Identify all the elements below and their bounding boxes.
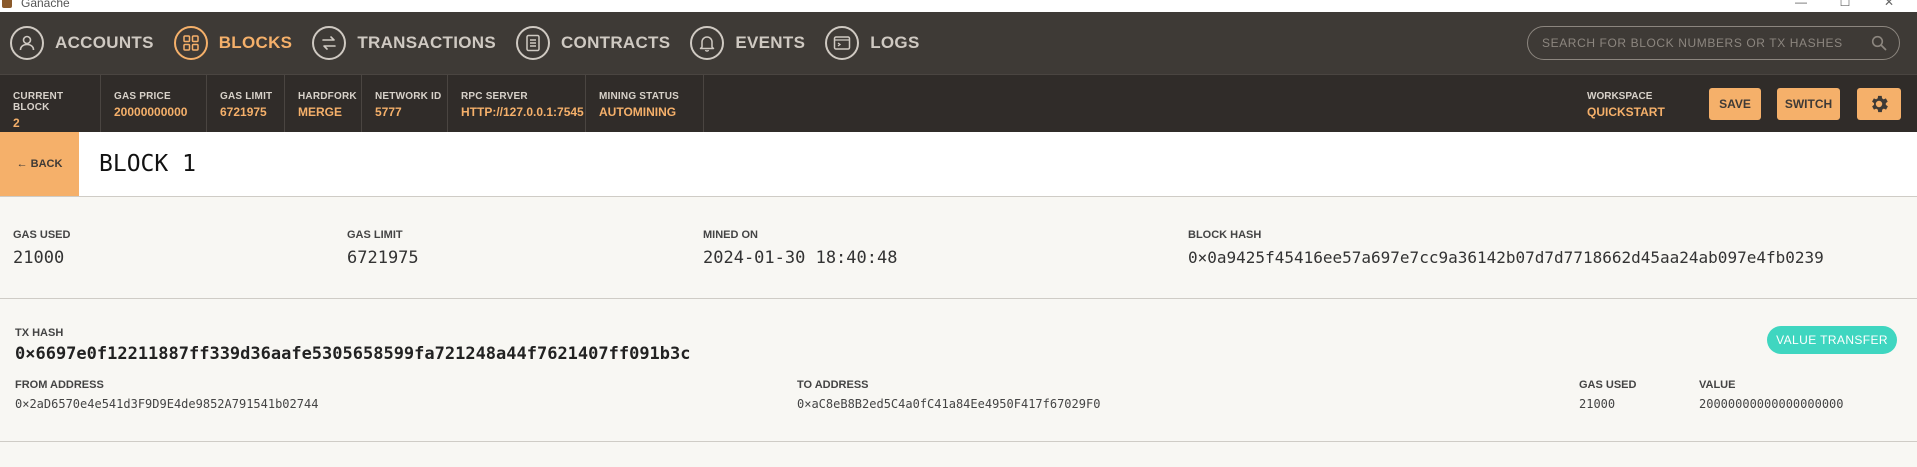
workspace-value: QUICKSTART	[1587, 105, 1665, 119]
nav-events[interactable]: EVENTS	[680, 12, 805, 74]
field-label: BLOCK HASH	[1188, 229, 1262, 241]
search-box[interactable]	[1527, 26, 1900, 60]
nav-transactions[interactable]: TRANSACTIONS	[302, 12, 496, 74]
nav-events-label: EVENTS	[735, 33, 806, 52]
stat-mining-status: MINING STATUS AUTOMINING	[586, 75, 704, 133]
field-value: 2024-01-30 18:40:48	[703, 248, 898, 268]
maximize-button[interactable]: ☐	[1838, 0, 1852, 9]
top-navigation: ACCOUNTS BLOCKS TRANSACTIONS CONTRACTS E…	[0, 12, 1917, 74]
tx-from: FROM ADDRESS 0×2aD6570e4e541d3F9D9E4de98…	[15, 379, 318, 411]
stat-network-id: NETWORK ID 5777	[362, 75, 448, 133]
ganache-logo-icon	[2, 0, 12, 8]
back-button[interactable]: ← BACK	[0, 132, 79, 196]
nav-accounts-label: ACCOUNTS	[55, 33, 154, 52]
field-label: FROM ADDRESS	[15, 379, 104, 391]
workspace-label: WORKSPACE	[1587, 91, 1653, 102]
switch-button[interactable]: SWITCH	[1777, 88, 1840, 120]
document-icon	[515, 26, 550, 60]
stat-label: MINING STATUS	[599, 91, 680, 102]
stat-label: HARDFORK	[298, 91, 357, 102]
stat-value: 6721975	[220, 105, 267, 119]
stat-label: CURRENT BLOCK	[13, 91, 64, 113]
stat-label: NETWORK ID	[375, 91, 442, 102]
nav-logs[interactable]: LOGS	[815, 12, 919, 74]
field-value: 0×0a9425f45416ee57a697e7cc9a36142b07d7d7…	[1188, 248, 1824, 267]
nav-blocks-label: BLOCKS	[218, 33, 293, 52]
tx-gas-used: GAS USED 21000	[1579, 379, 1636, 411]
stat-label: GAS PRICE	[114, 91, 171, 102]
transfer-arrows-icon	[312, 26, 347, 60]
window-title: Ganache	[21, 0, 70, 10]
tx-type-badge: VALUE TRANSFER	[1767, 326, 1897, 354]
stat-rpc-server: RPC SERVER HTTP://127.0.0.1:7545	[448, 75, 586, 133]
tx-hash-value: 0×6697e0f12211887ff339d36aafe5305658599f…	[15, 344, 691, 364]
nav-transactions-label: TRANSACTIONS	[357, 33, 496, 52]
tx-to: TO ADDRESS 0×aC8eB8B2ed5C4a0fC41a84Ee495…	[797, 379, 1100, 411]
stat-value: HTTP://127.0.0.1:7545	[461, 105, 584, 119]
save-button[interactable]: SAVE	[1709, 88, 1761, 120]
bell-icon	[690, 26, 725, 60]
gas-used-value: 21000	[1579, 397, 1616, 411]
from-address-value: 0×2aD6570e4e541d3F9D9E4de9852A791541b027…	[15, 397, 319, 411]
nav-contracts[interactable]: CONTRACTS	[506, 12, 670, 74]
nav-contracts-label: CONTRACTS	[560, 33, 671, 52]
page-title: BLOCK 1	[99, 151, 196, 177]
field-label: GAS USED	[13, 229, 71, 241]
minimize-button[interactable]: —	[1794, 0, 1808, 9]
stat-gas-price: GAS PRICE 20000000000	[101, 75, 207, 133]
stat-hardfork: HARDFORK MERGE	[285, 75, 362, 133]
tx-hash-block: TX HASH 0×6697e0f12211887ff339d36aafe530…	[15, 327, 691, 364]
to-address-value: 0×aC8eB8B2ed5C4a0fC41a84Ee4950F417f67029…	[797, 397, 1101, 411]
tx-hash-label: TX HASH	[15, 327, 64, 339]
user-icon	[10, 26, 44, 60]
field-value: 6721975	[347, 248, 419, 268]
stat-current-block: CURRENT BLOCK 2	[0, 75, 101, 133]
blocks-grid-icon	[173, 26, 208, 60]
nav-blocks[interactable]: BLOCKS	[164, 12, 293, 74]
block-hash: BLOCK HASH 0×0a9425f45416ee57a697e7cc9a3…	[1188, 229, 1824, 267]
block-summary: GAS USED 21000 GAS LIMIT 6721975 MINED O…	[0, 197, 1917, 299]
search-input[interactable]	[1540, 35, 1871, 51]
stat-value: AUTOMINING	[599, 105, 677, 119]
field-label: GAS LIMIT	[347, 229, 403, 241]
block-gas-limit: GAS LIMIT 6721975	[347, 229, 419, 268]
field-value: 21000	[13, 248, 65, 268]
tx-value: VALUE 20000000000000000000	[1699, 379, 1844, 411]
block-header: ← BACK BLOCK 1	[0, 132, 1917, 197]
stat-label: RPC SERVER	[461, 91, 528, 102]
gear-icon	[1872, 95, 1888, 113]
stat-gas-limit: GAS LIMIT 6721975	[207, 75, 285, 133]
settings-button[interactable]	[1857, 88, 1901, 120]
block-mined-on: MINED ON 2024-01-30 18:40:48	[703, 229, 897, 268]
stat-value: 5777	[375, 105, 402, 119]
stat-value: 20000000000	[114, 105, 188, 119]
stat-label: GAS LIMIT	[220, 91, 273, 102]
terminal-icon	[825, 26, 860, 60]
search-icon[interactable]	[1871, 35, 1887, 51]
transaction-row[interactable]: TX HASH 0×6697e0f12211887ff339d36aafe530…	[0, 299, 1917, 442]
field-label: MINED ON	[703, 229, 758, 241]
nav-logs-label: LOGS	[870, 33, 920, 52]
status-bar: CURRENT BLOCK 2 GAS PRICE 20000000000 GA…	[0, 74, 1917, 133]
stat-value: 2	[13, 116, 20, 130]
field-label: TO ADDRESS	[797, 379, 869, 391]
nav-accounts[interactable]: ACCOUNTS	[0, 12, 154, 74]
value-value: 20000000000000000000	[1699, 397, 1844, 411]
block-gas-used: GAS USED 21000	[13, 229, 70, 268]
stat-value: MERGE	[298, 105, 343, 119]
field-label: VALUE	[1699, 379, 1736, 391]
empty-area	[0, 442, 1917, 467]
workspace-info: WORKSPACE QUICKSTART	[1587, 91, 1665, 119]
close-button[interactable]: ✕	[1882, 0, 1896, 9]
field-label: GAS USED	[1579, 379, 1637, 391]
